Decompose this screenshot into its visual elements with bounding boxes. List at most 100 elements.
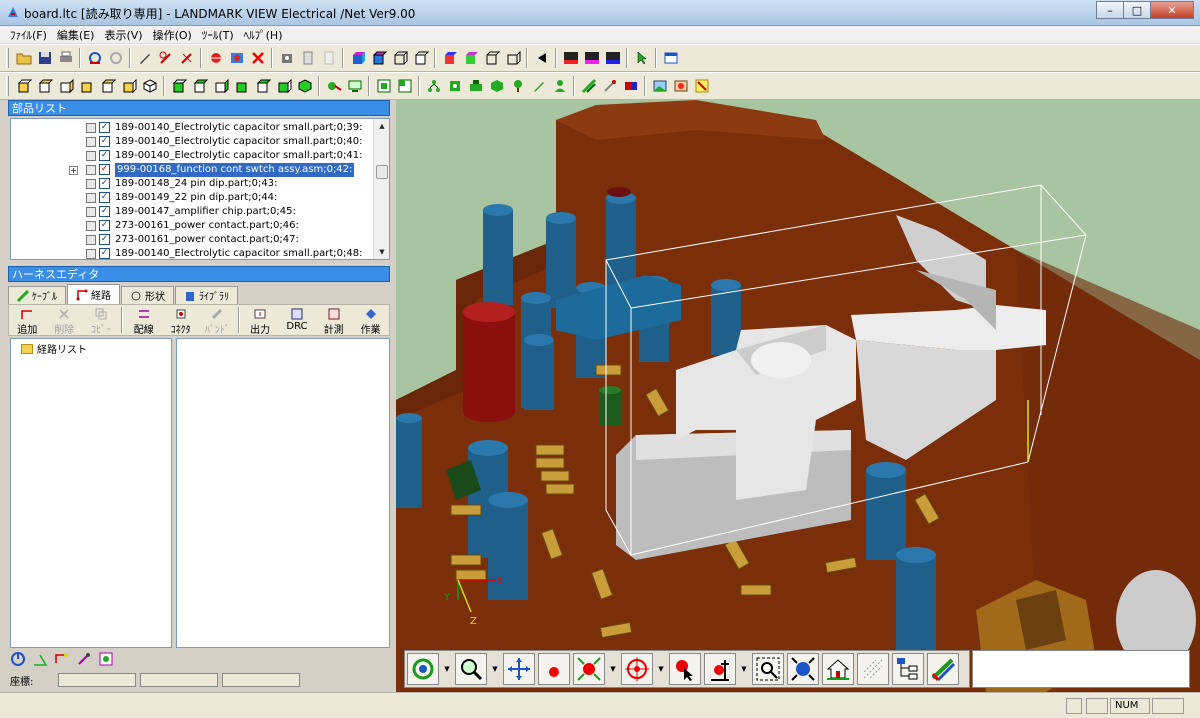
zoom-dropdown-icon[interactable]: ▼ xyxy=(490,653,500,685)
route-list-item[interactable]: 経路リスト xyxy=(21,341,87,356)
delete-button[interactable]: 削除 xyxy=(46,307,83,336)
hidden-line-cube-icon[interactable] xyxy=(411,49,430,68)
wireframe-cube-icon[interactable] xyxy=(390,49,409,68)
green-cube-7-icon[interactable] xyxy=(295,77,314,96)
route-small-icon[interactable] xyxy=(54,651,70,667)
measure-icon[interactable] xyxy=(600,77,619,96)
visibility-checkbox[interactable]: ✓ xyxy=(99,206,110,217)
wiring-button[interactable]: 配線 xyxy=(125,307,162,336)
import-icon[interactable] xyxy=(106,49,125,68)
move-dropdown-icon[interactable]: ▼ xyxy=(739,653,749,685)
tree-row[interactable]: ✓ 189-00140_Electrolytic capacitor small… xyxy=(11,135,373,149)
pen-icon[interactable] xyxy=(135,49,154,68)
band-button[interactable]: ﾊﾞﾝﾄﾞ xyxy=(199,307,236,336)
target-dropdown-icon[interactable]: ▼ xyxy=(656,653,666,685)
zoom-button[interactable] xyxy=(455,653,487,685)
power-icon[interactable] xyxy=(10,651,26,667)
tree-row[interactable]: ✓ 189-00148_24 pin dip.part;0;43: xyxy=(11,177,373,191)
save-icon[interactable] xyxy=(35,49,54,68)
edit-part-icon[interactable] xyxy=(529,77,548,96)
green-cube-3-icon[interactable] xyxy=(211,77,230,96)
hatch-button[interactable] xyxy=(857,653,889,685)
color-cube-icon[interactable] xyxy=(440,49,459,68)
person-icon[interactable] xyxy=(550,77,569,96)
shape-icon[interactable] xyxy=(582,49,601,68)
visibility-checkbox[interactable]: ✓ xyxy=(99,178,110,189)
green-cube-4-icon[interactable] xyxy=(232,77,251,96)
green-cube-5-icon[interactable] xyxy=(253,77,272,96)
menu-help[interactable]: ﾍﾙﾌﾟ(H) xyxy=(244,27,283,43)
zoom-window-button[interactable] xyxy=(752,653,784,685)
part-icon[interactable] xyxy=(445,77,464,96)
parts-scrollbar[interactable]: ▲ ▼ xyxy=(373,119,389,259)
green-cube-2-icon[interactable] xyxy=(190,77,209,96)
tree-row[interactable]: ✓ 189-00140_Electrolytic capacitor small… xyxy=(11,149,373,163)
tree-icon[interactable] xyxy=(424,77,443,96)
tree-row[interactable]: ✓ 189-00149_22 pin dip.part;0;44: xyxy=(11,191,373,205)
explode-button[interactable] xyxy=(573,653,605,685)
tree-2-icon[interactable] xyxy=(508,77,527,96)
delete-icon[interactable] xyxy=(248,49,267,68)
target-button[interactable] xyxy=(621,653,653,685)
rotate-dropdown-icon[interactable]: ▼ xyxy=(442,653,452,685)
visibility-checkbox[interactable]: ✓ xyxy=(99,234,110,245)
image-2-icon[interactable] xyxy=(671,77,690,96)
harness-icon[interactable] xyxy=(324,77,343,96)
menu-view[interactable]: 表示(V) xyxy=(104,27,142,43)
fit-button[interactable] xyxy=(787,653,819,685)
structure-button[interactable] xyxy=(892,653,924,685)
route-detail-panel[interactable] xyxy=(176,338,390,648)
select-button[interactable] xyxy=(669,653,701,685)
visibility-checkbox[interactable]: ✓ xyxy=(99,136,110,147)
page-disabled-icon[interactable] xyxy=(319,49,338,68)
menu-tools[interactable]: ﾂｰﾙ(T) xyxy=(202,27,234,43)
page-icon[interactable] xyxy=(298,49,317,68)
point-button[interactable] xyxy=(538,653,570,685)
tab-route[interactable]: 経路 xyxy=(67,284,120,304)
open-folder-icon[interactable] xyxy=(14,49,33,68)
tools-icon[interactable] xyxy=(76,651,92,667)
visibility-checkbox[interactable]: ✓ xyxy=(99,150,110,161)
tree-row[interactable]: ✓ 189-00147_amplifier chip.part;0;45: xyxy=(11,205,373,219)
yellow-cube-1-icon[interactable] xyxy=(14,77,33,96)
erase-markup-icon[interactable] xyxy=(177,49,196,68)
add-button[interactable]: 追加 xyxy=(9,307,46,336)
frame-icon[interactable] xyxy=(374,77,393,96)
yellow-cube-4-icon[interactable] xyxy=(77,77,96,96)
pan-button[interactable] xyxy=(503,653,535,685)
markup-icon[interactable] xyxy=(156,49,175,68)
tab-library[interactable]: ﾗｲﾌﾞﾗﾘ xyxy=(175,286,238,304)
drc-button[interactable]: DRC xyxy=(279,307,316,332)
wire-route-button[interactable] xyxy=(927,653,959,685)
green-cube-1-icon[interactable] xyxy=(169,77,188,96)
wire-icon[interactable] xyxy=(579,77,598,96)
hex-icon[interactable] xyxy=(487,77,506,96)
outline-cube-2-icon[interactable] xyxy=(503,49,522,68)
visibility-checkbox[interactable]: ✓ xyxy=(99,220,110,231)
visibility-checkbox[interactable]: ✓ xyxy=(99,192,110,203)
visibility-checkbox[interactable]: ✓ xyxy=(99,122,110,133)
toolbar-grip[interactable] xyxy=(6,76,9,96)
color-cube-2-icon[interactable] xyxy=(461,49,480,68)
toolbar-grip[interactable] xyxy=(6,48,9,68)
shaded-edges-cube-icon[interactable] xyxy=(369,49,388,68)
tree-row[interactable]: ✓ 189-00140_Electrolytic capacitor small… xyxy=(11,121,373,135)
route-tree[interactable]: 経路リスト xyxy=(10,338,172,648)
highlight-icon[interactable] xyxy=(692,77,711,96)
yellow-cube-2-icon[interactable] xyxy=(35,77,54,96)
split-icon[interactable] xyxy=(603,49,622,68)
inspect-icon[interactable] xyxy=(98,651,114,667)
scroll-down-icon[interactable]: ▼ xyxy=(374,245,389,259)
print-icon[interactable] xyxy=(56,49,75,68)
rotate-button[interactable] xyxy=(407,653,439,685)
menu-operation[interactable]: 操作(O) xyxy=(153,27,192,43)
cursor-icon[interactable] xyxy=(632,49,651,68)
tree-row[interactable]: ✓ 273-00161_power contact.part;0;46: xyxy=(11,219,373,233)
close-button[interactable]: ✕ xyxy=(1150,1,1194,19)
tree-row[interactable]: ✓ 273-00161_power contact.part;0;47: xyxy=(11,233,373,247)
home-button[interactable] xyxy=(822,653,854,685)
connector-button[interactable]: ｺﾈｸﾀ xyxy=(162,307,199,336)
assembly-icon[interactable] xyxy=(466,77,485,96)
tree-row[interactable]: ✓ 189-00140_Electrolytic capacitor small… xyxy=(11,247,373,259)
frame-2-icon[interactable] xyxy=(395,77,414,96)
